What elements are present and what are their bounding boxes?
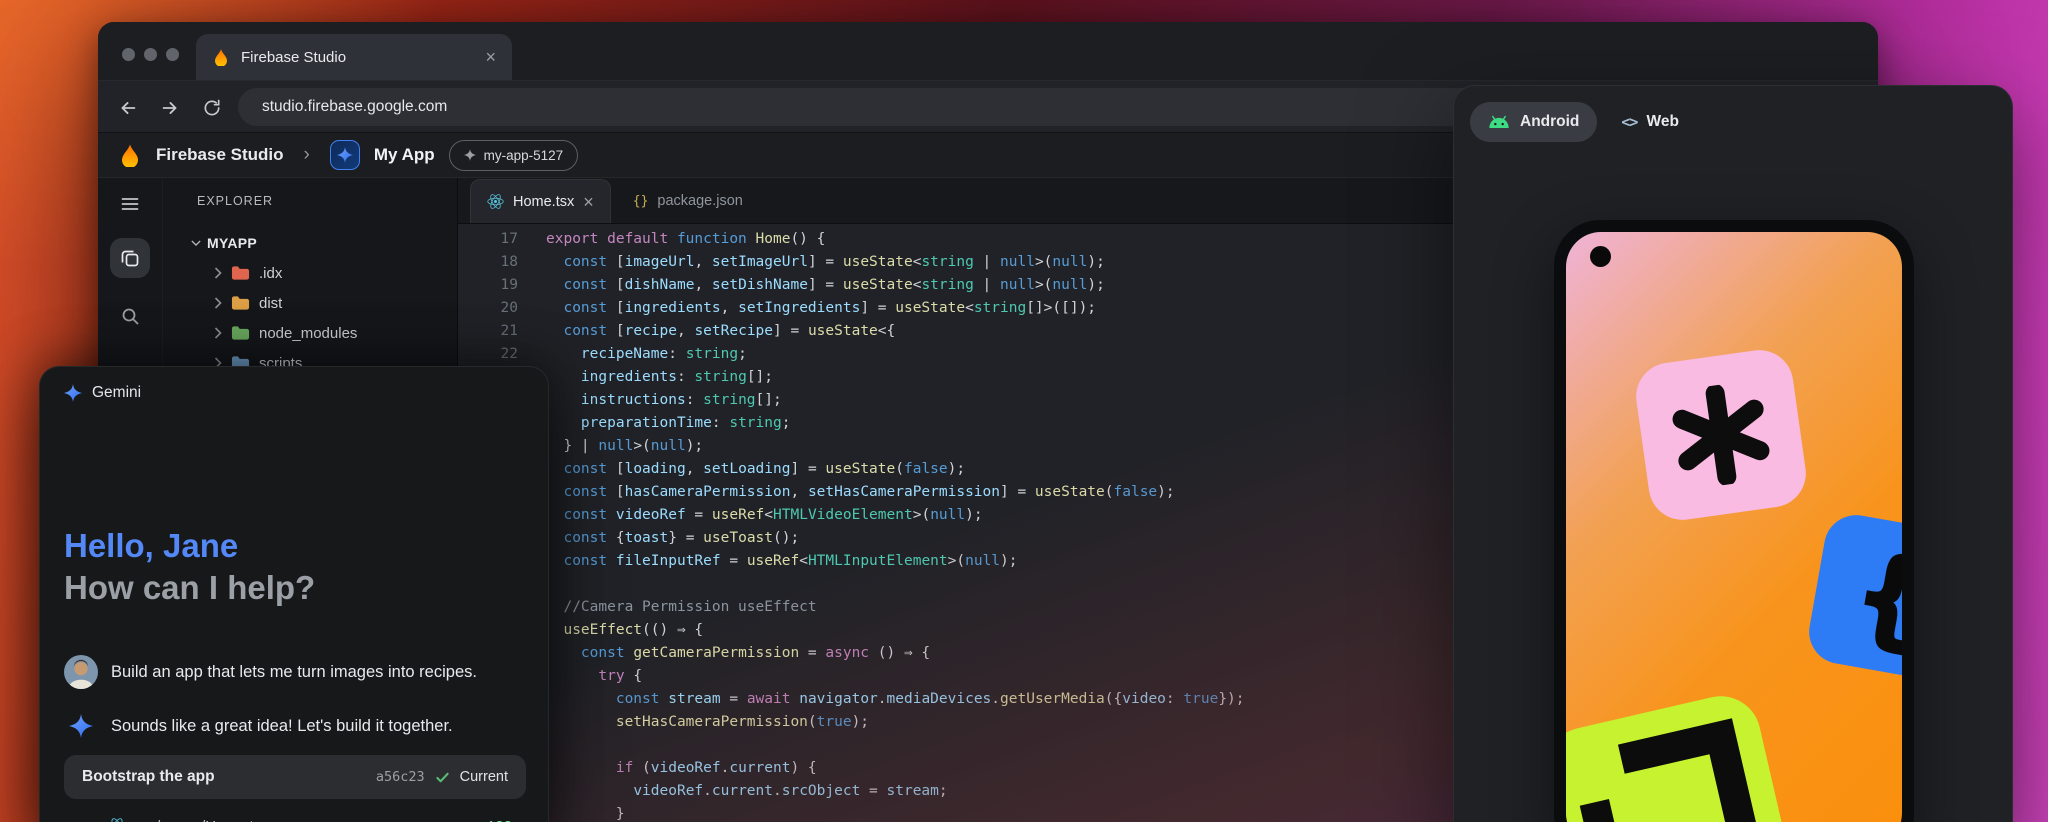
check-icon	[435, 770, 450, 785]
task-card[interactable]: Bootstrap the app a56c23 Current	[64, 755, 526, 799]
browser-tab[interactable]: Firebase Studio ×	[196, 34, 512, 80]
toggle-android[interactable]: Android	[1470, 102, 1597, 142]
user-avatar	[64, 655, 98, 689]
blue-tile: {	[1804, 510, 1902, 684]
chevron-right-icon	[207, 267, 229, 279]
tab-close-icon[interactable]: ×	[485, 48, 496, 66]
line-number: 19	[458, 274, 518, 297]
app-name: My App	[374, 145, 435, 165]
back-icon[interactable]	[116, 96, 140, 120]
react-icon	[108, 817, 126, 822]
window-control-dot[interactable]	[144, 48, 157, 61]
line-number: 20	[458, 297, 518, 320]
files-icon[interactable]	[110, 238, 150, 278]
brackets-glyph	[1566, 688, 1800, 822]
tab-label: package.json	[657, 193, 742, 209]
toggle-web-label: Web	[1646, 113, 1678, 131]
pink-tile	[1632, 346, 1810, 524]
user-message-text: Build an app that lets me turn images in…	[111, 663, 477, 682]
tab-package-json[interactable]: {} package.json	[617, 179, 759, 223]
browser-tab-strip: Firebase Studio ×	[98, 22, 1878, 80]
brace-glyph: {	[1851, 540, 1902, 653]
tree-item-idx[interactable]: .idx	[163, 258, 457, 288]
brand-title: Firebase Studio	[156, 145, 284, 165]
preview-target-toggles: Android <> Web	[1470, 102, 1679, 142]
task-title: Bootstrap the app	[82, 768, 366, 786]
toggle-web[interactable]: <> Web	[1621, 113, 1679, 131]
phone-screen: {	[1566, 232, 1902, 822]
line-number: 18	[458, 251, 518, 274]
tree-root-label: MYAPP	[207, 235, 257, 251]
url-text: studio.firebase.google.com	[262, 98, 447, 116]
menu-icon[interactable]	[114, 188, 146, 220]
spark-icon	[464, 149, 476, 161]
file-change-row[interactable]: src/pages/Home.tsx +122	[64, 809, 526, 822]
line-number: 17	[458, 228, 518, 251]
toggle-android-label: Android	[1520, 113, 1579, 131]
user-message: Build an app that lets me turn images in…	[64, 655, 477, 689]
tab-home-tsx[interactable]: Home.tsx ×	[470, 179, 611, 223]
reload-icon[interactable]	[200, 96, 224, 120]
line-number: 21	[458, 320, 518, 343]
assistant-message-text: Sounds like a great idea! Let's build it…	[111, 717, 453, 736]
gemini-panel: Gemini Hello, Jane How can I help? Build…	[39, 366, 549, 822]
tree-root-myapp[interactable]: MYAPP	[163, 228, 457, 258]
chevron-right-icon	[207, 327, 229, 339]
file-path: src/pages/Home.tsx	[136, 818, 468, 822]
line-number: 22	[458, 343, 518, 366]
diff-additions: +122	[478, 818, 512, 822]
app-icon	[330, 140, 360, 170]
gemini-sparkle-icon	[64, 709, 98, 743]
search-icon[interactable]	[114, 300, 146, 332]
tab-close-icon[interactable]: ×	[583, 193, 594, 211]
android-icon	[1488, 115, 1510, 129]
chevron-right-icon	[207, 297, 229, 309]
browser-tab-title: Firebase Studio	[241, 49, 474, 66]
camera-punch-hole	[1590, 246, 1611, 267]
gemini-header: Gemini	[64, 384, 141, 402]
screenshot-canvas: Firebase Studio × studio.firebase.google…	[0, 0, 2048, 822]
commit-hash: a56c23	[376, 769, 425, 785]
assistant-message: Sounds like a great idea! Let's build it…	[64, 709, 453, 743]
gemini-sparkle-icon	[64, 384, 82, 402]
firebase-flame-icon	[212, 48, 230, 66]
folder-icon	[231, 295, 250, 311]
greeting-primary: Hello, Jane	[64, 525, 315, 567]
project-id: my-app-5127	[484, 148, 564, 163]
device-preview-panel: Android <> Web	[1453, 85, 2013, 822]
project-badge[interactable]: my-app-5127	[449, 140, 579, 171]
window-control-dot[interactable]	[166, 48, 179, 61]
tree-item-label: node_modules	[259, 325, 357, 342]
tree-item-node-modules[interactable]: node_modules	[163, 318, 457, 348]
forward-icon[interactable]	[158, 96, 182, 120]
react-icon	[487, 193, 504, 210]
task-status: Current	[460, 769, 508, 785]
greeting-secondary: How can I help?	[64, 567, 315, 609]
tree-item-label: .idx	[259, 265, 282, 282]
gemini-title: Gemini	[92, 384, 141, 402]
tab-label: Home.tsx	[513, 194, 574, 210]
phone-mockup: {	[1554, 220, 1914, 822]
code-icon: <>	[1621, 113, 1637, 131]
chevron-down-icon	[185, 238, 207, 248]
window-control-dot[interactable]	[122, 48, 135, 61]
folder-icon	[231, 265, 250, 281]
braces-icon: {}	[633, 194, 649, 209]
tree-item-label: dist	[259, 295, 282, 312]
tree-item-dist[interactable]: dist	[163, 288, 457, 318]
firebase-flame-icon	[118, 143, 142, 167]
green-tile	[1566, 688, 1800, 822]
window-controls[interactable]	[122, 48, 179, 61]
gemini-greeting: Hello, Jane How can I help?	[64, 525, 315, 609]
asterisk-icon	[1665, 379, 1778, 492]
breadcrumb-separator: ›	[304, 144, 310, 166]
explorer-title: EXPLORER	[197, 194, 273, 214]
folder-icon	[231, 325, 250, 341]
